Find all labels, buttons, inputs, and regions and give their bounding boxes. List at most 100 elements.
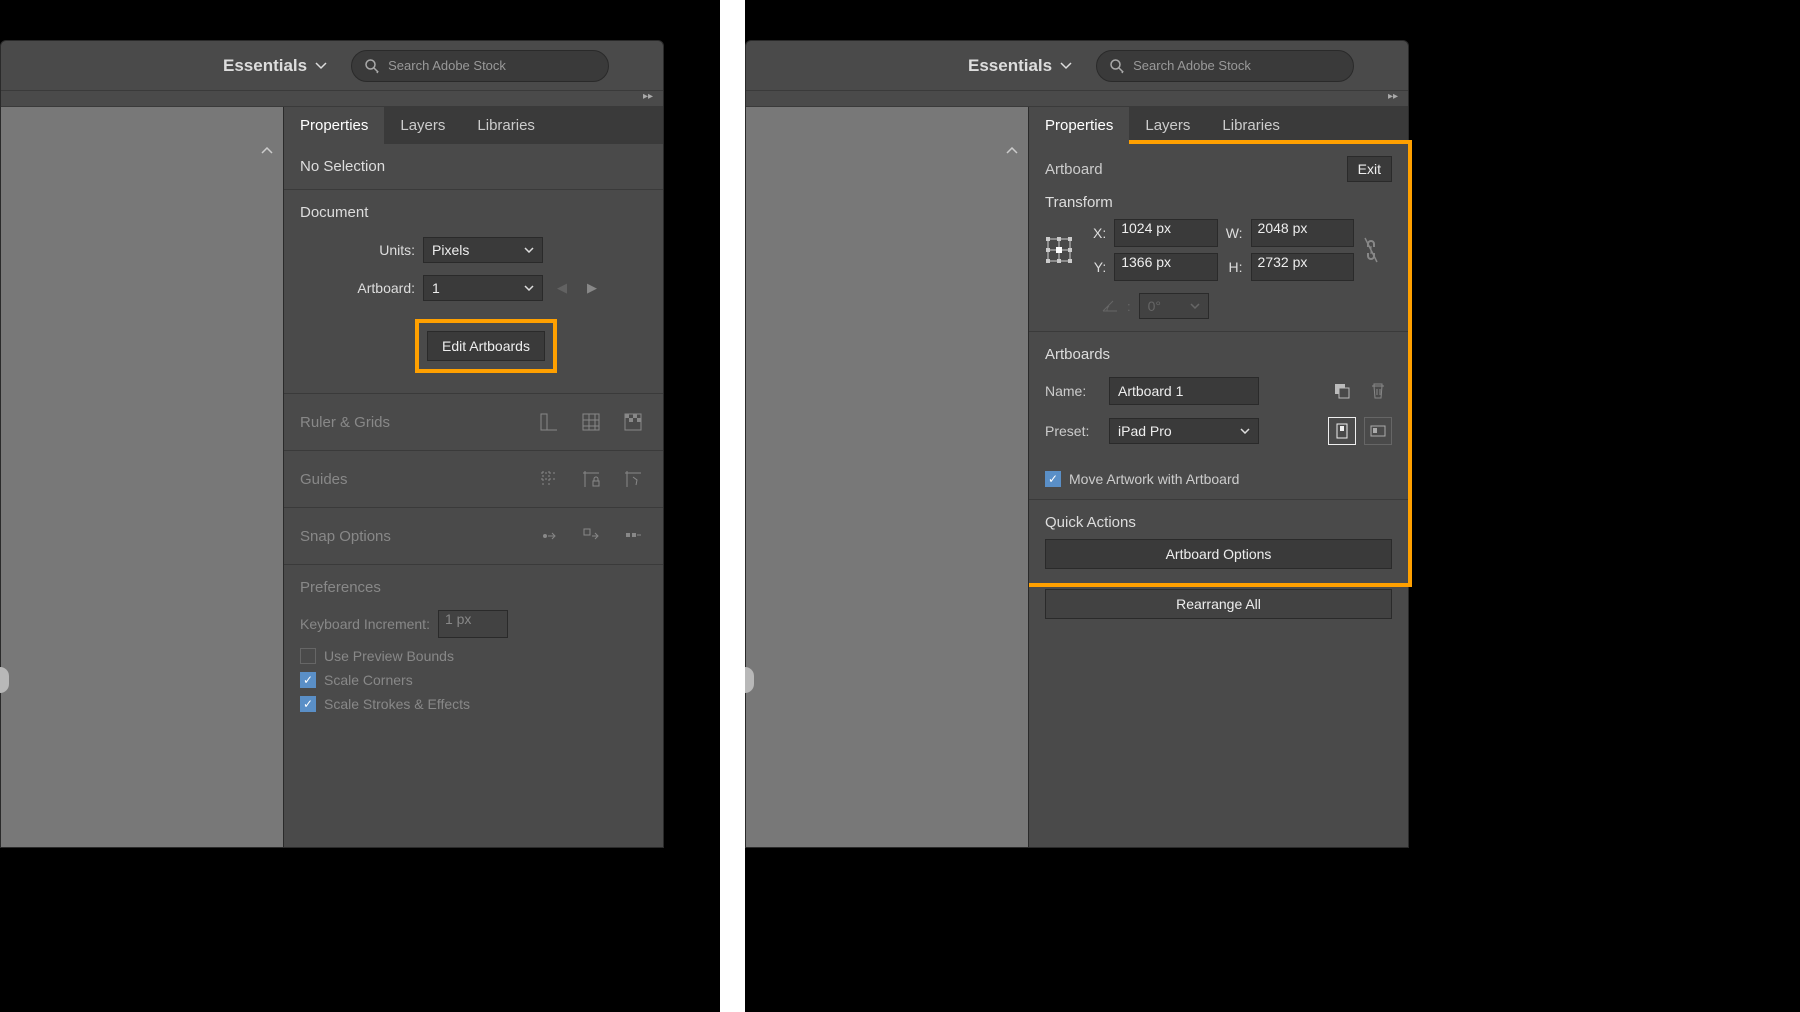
snap-grid-icon[interactable] bbox=[577, 522, 605, 550]
workspace-switcher[interactable]: Essentials bbox=[956, 50, 1084, 82]
delete-artboard-icon[interactable] bbox=[1364, 377, 1392, 405]
chevron-down-icon bbox=[1240, 428, 1250, 434]
preset-label: Preset: bbox=[1045, 423, 1101, 439]
quick-actions-label: Quick Actions bbox=[1045, 514, 1392, 531]
collapse-arrow-icon[interactable] bbox=[1006, 147, 1018, 155]
scale-corners-checkbox[interactable]: ✓ Scale Corners bbox=[300, 668, 647, 692]
snap-point-icon[interactable] bbox=[535, 522, 563, 550]
chevron-down-icon bbox=[524, 285, 534, 291]
expand-panels-icon[interactable]: ▸▸ bbox=[643, 91, 653, 106]
canvas-area[interactable] bbox=[746, 107, 1029, 847]
tab-properties[interactable]: Properties bbox=[284, 107, 384, 144]
ruler-grids-label: Ruler & Grids bbox=[300, 414, 390, 431]
move-artwork-checkbox[interactable]: ✓ Move Artwork with Artboard bbox=[1045, 467, 1392, 491]
expand-panels-icon[interactable]: ▸▸ bbox=[1388, 91, 1398, 106]
next-artboard-icon[interactable]: ▶ bbox=[581, 280, 603, 296]
rearrange-all-button[interactable]: Rearrange All bbox=[1045, 589, 1392, 619]
no-selection-label: No Selection bbox=[300, 158, 647, 175]
kbd-increment-field[interactable]: 1 px bbox=[438, 610, 508, 638]
y-field[interactable]: 1366 px bbox=[1114, 253, 1217, 281]
artboard-dropdown[interactable]: 1 bbox=[423, 275, 543, 301]
x-label: X: bbox=[1093, 225, 1106, 241]
app-window-right: Essentials Search Adobe Stock ▸▸ bbox=[745, 40, 1409, 848]
tab-properties[interactable]: Properties bbox=[1029, 107, 1129, 144]
search-input[interactable]: Search Adobe Stock bbox=[1096, 50, 1354, 82]
canvas-area[interactable] bbox=[1, 107, 284, 847]
tab-libraries[interactable]: Libraries bbox=[1206, 107, 1296, 144]
scale-strokes-checkbox[interactable]: ✓ Scale Strokes & Effects bbox=[300, 692, 647, 716]
prev-artboard-icon[interactable]: ◀ bbox=[551, 280, 573, 296]
tab-libraries[interactable]: Libraries bbox=[461, 107, 551, 144]
preferences-label: Preferences bbox=[300, 579, 647, 596]
artboards-section-label: Artboards bbox=[1045, 346, 1392, 363]
chevron-down-icon bbox=[315, 62, 327, 70]
checkbox-checked-icon: ✓ bbox=[300, 696, 316, 712]
link-wh-icon[interactable] bbox=[1362, 236, 1392, 264]
edit-artboards-button[interactable]: Edit Artboards bbox=[427, 331, 545, 361]
w-label: W: bbox=[1226, 225, 1243, 241]
chevron-down-icon bbox=[1190, 303, 1200, 309]
collapse-arrow-icon[interactable] bbox=[261, 147, 273, 155]
transparency-grid-icon[interactable] bbox=[619, 408, 647, 436]
tab-layers[interactable]: Layers bbox=[1129, 107, 1206, 144]
search-icon bbox=[364, 58, 380, 74]
artboard-options-button[interactable]: Artboard Options bbox=[1045, 539, 1392, 569]
h-label: H: bbox=[1226, 259, 1243, 275]
units-label: Units: bbox=[300, 242, 415, 258]
preset-dropdown[interactable]: iPad Pro bbox=[1109, 418, 1259, 444]
units-dropdown[interactable]: Pixels bbox=[423, 237, 543, 263]
angle-icon bbox=[1101, 299, 1119, 313]
ruler-icon[interactable] bbox=[535, 408, 563, 436]
scrollbar-thumb[interactable] bbox=[0, 667, 9, 693]
workspace-switcher[interactable]: Essentials bbox=[211, 50, 339, 82]
smart-guides-icon[interactable] bbox=[619, 465, 647, 493]
checkbox-checked-icon: ✓ bbox=[300, 672, 316, 688]
workspace-label: Essentials bbox=[223, 56, 307, 76]
panel-tabs: Properties Layers Libraries bbox=[284, 107, 663, 144]
new-artboard-icon[interactable] bbox=[1328, 377, 1356, 405]
scrollbar-thumb[interactable] bbox=[745, 667, 754, 693]
checkbox-icon bbox=[300, 648, 316, 664]
name-label: Name: bbox=[1045, 383, 1101, 399]
portrait-orientation-icon[interactable] bbox=[1328, 417, 1356, 445]
grid-icon[interactable] bbox=[577, 408, 605, 436]
use-preview-bounds-checkbox[interactable]: Use Preview Bounds bbox=[300, 644, 647, 668]
angle-dropdown[interactable]: 0° bbox=[1139, 293, 1209, 319]
app-window-left: Essentials Search Adobe Stock ▸▸ bbox=[0, 40, 664, 848]
show-guides-icon[interactable] bbox=[535, 465, 563, 493]
panel-tabs: Properties Layers Libraries bbox=[1029, 107, 1408, 144]
workspace-label: Essentials bbox=[968, 56, 1052, 76]
guides-label: Guides bbox=[300, 471, 348, 488]
y-label: Y: bbox=[1093, 259, 1106, 275]
landscape-orientation-icon[interactable] bbox=[1364, 417, 1392, 445]
tutorial-highlight: Edit Artboards bbox=[415, 319, 557, 373]
reference-point-icon[interactable] bbox=[1045, 236, 1073, 264]
topbar: Essentials Search Adobe Stock bbox=[746, 41, 1408, 91]
split-divider bbox=[720, 0, 745, 1012]
x-field[interactable]: 1024 px bbox=[1114, 219, 1217, 247]
lock-guides-icon[interactable] bbox=[577, 465, 605, 493]
checkbox-checked-icon: ✓ bbox=[1045, 471, 1061, 487]
chevron-down-icon bbox=[524, 247, 534, 253]
artboard-label: Artboard: bbox=[300, 280, 415, 296]
tab-layers[interactable]: Layers bbox=[384, 107, 461, 144]
kbd-increment-label: Keyboard Increment: bbox=[300, 616, 430, 632]
artboard-value: 1 bbox=[432, 280, 440, 296]
search-icon bbox=[1109, 58, 1125, 74]
document-section-label: Document bbox=[300, 204, 647, 221]
artboard-mode-label: Artboard bbox=[1045, 161, 1103, 178]
search-input[interactable]: Search Adobe Stock bbox=[351, 50, 609, 82]
properties-panel: Properties Layers Libraries Artboard Exi… bbox=[1029, 107, 1408, 847]
w-field[interactable]: 2048 px bbox=[1251, 219, 1354, 247]
search-placeholder: Search Adobe Stock bbox=[1133, 58, 1251, 73]
exit-button[interactable]: Exit bbox=[1347, 156, 1392, 182]
units-value: Pixels bbox=[432, 242, 469, 258]
tutorial-highlight: Artboard Exit Transform bbox=[1025, 140, 1412, 587]
chevron-down-icon bbox=[1060, 62, 1072, 70]
search-placeholder: Search Adobe Stock bbox=[388, 58, 506, 73]
topbar: Essentials Search Adobe Stock bbox=[1, 41, 663, 91]
artboard-name-field[interactable] bbox=[1109, 377, 1259, 405]
snap-pixel-icon[interactable] bbox=[619, 522, 647, 550]
properties-panel: Properties Layers Libraries No Selection… bbox=[284, 107, 663, 847]
h-field[interactable]: 2732 px bbox=[1251, 253, 1354, 281]
